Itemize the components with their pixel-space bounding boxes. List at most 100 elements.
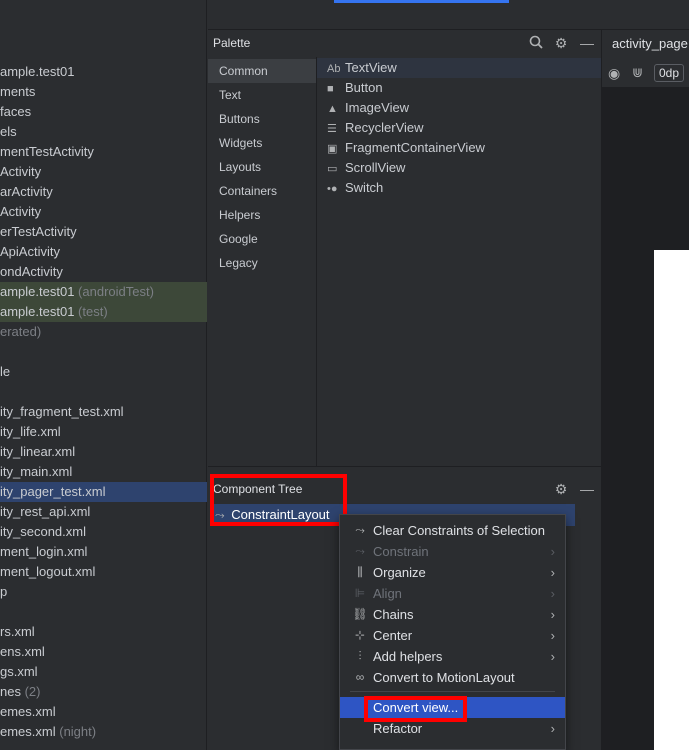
menu-item-label: Refactor <box>373 721 423 736</box>
palette-category[interactable]: Containers <box>208 179 316 203</box>
palette-item-label: FragmentContainerView <box>345 140 485 155</box>
palette-item[interactable]: ▣ FragmentContainerView <box>317 138 601 158</box>
project-tree-row[interactable]: ments <box>0 82 207 102</box>
project-tree-row-suffix: erated) <box>0 324 42 339</box>
project-tree-row-label: gs.xml <box>0 664 38 679</box>
project-tree-row[interactable]: Activity <box>0 162 207 182</box>
project-tree-row[interactable]: ity_life.xml <box>0 422 207 442</box>
project-tree-row[interactable]: ment_login.xml <box>0 542 207 562</box>
project-tree-row-label: ample.test01 <box>0 304 75 319</box>
minimize-icon[interactable]: — <box>579 35 595 51</box>
project-tree-row[interactable]: emes.xml (night) <box>0 722 207 742</box>
project-tree-row-label: p <box>0 584 8 599</box>
palette-category[interactable]: Common <box>208 59 316 83</box>
project-tree-row[interactable]: ity_linear.xml <box>0 442 207 462</box>
chevron-right-icon: › <box>550 649 555 664</box>
project-tree-row[interactable]: ApiActivity <box>0 242 207 262</box>
project-tree-row-suffix: (2) <box>20 684 41 699</box>
project-tree-row[interactable]: ity_rest_api.xml <box>0 502 207 522</box>
project-tree-row[interactable]: le <box>0 362 207 382</box>
menu-item-organize[interactable]: ⫼ Organize › <box>340 562 565 583</box>
project-tree-row[interactable]: ondActivity <box>0 262 207 282</box>
palette-category[interactable]: Google <box>208 227 316 251</box>
palette-item[interactable]: •● Switch <box>317 178 601 198</box>
menu-item-label: Constrain <box>373 544 429 559</box>
palette-item[interactable]: Ab TextView <box>317 58 601 78</box>
project-tree-row[interactable]: ample.test01 <box>0 62 207 82</box>
menu-item-clear-constraints-of-selection[interactable]: ⤳ Clear Constraints of Selection <box>340 520 565 541</box>
project-tree-row[interactable] <box>0 342 207 362</box>
project-tree-row[interactable]: els <box>0 122 207 142</box>
align-icon: ⊫ <box>354 586 366 600</box>
editor-tab-title[interactable]: activity_page <box>612 36 688 51</box>
palette-header: Palette ⚙ — <box>208 30 601 57</box>
palette-category[interactable]: Text <box>208 83 316 107</box>
project-tree-row[interactable]: mentTestActivity <box>0 142 207 162</box>
project-tree-row-label: faces <box>0 104 32 119</box>
view-options-icon[interactable]: ◉ <box>608 65 620 82</box>
project-tree-row[interactable]: erTestActivity <box>0 222 207 242</box>
widget-icon: ▣ <box>327 143 338 155</box>
palette-category[interactable]: Layouts <box>208 155 316 179</box>
gear-icon[interactable]: ⚙ <box>553 35 569 51</box>
menu-item-label: Add helpers <box>373 649 443 664</box>
chevron-right-icon: › <box>550 544 555 559</box>
search-icon[interactable] <box>528 35 544 51</box>
menu-item-label: Chains <box>373 607 414 622</box>
project-tree-row[interactable]: ment_logout.xml <box>0 562 207 582</box>
project-tree-row[interactable]: ens.xml <box>0 642 207 662</box>
palette-item[interactable]: ▲ ImageView <box>317 98 601 118</box>
palette-category[interactable]: Widgets <box>208 131 316 155</box>
widget-icon: ☰ <box>327 123 337 135</box>
project-tree-row[interactable]: Activity <box>0 202 207 222</box>
design-canvas[interactable] <box>654 250 689 750</box>
palette-item-label: TextView <box>345 60 397 75</box>
project-tree-row[interactable]: p <box>0 582 207 602</box>
project-tree-row[interactable]: ample.test01 (test) <box>0 302 207 322</box>
menu-item-align: ⊫ Align › <box>340 583 565 604</box>
project-tree-row-label: arActivity <box>0 184 53 199</box>
autoconnect-icon[interactable]: ⋓ <box>632 65 643 81</box>
project-tree-row[interactable]: emes.xml <box>0 702 207 722</box>
project-tree-row[interactable]: gs.xml <box>0 662 207 682</box>
project-tree-row-label: ondActivity <box>0 264 63 279</box>
widget-icon: ■ <box>327 83 334 95</box>
widget-icon: •● <box>327 183 338 195</box>
active-tab-indicator <box>334 0 509 3</box>
project-tree-row[interactable]: ity_pager_test.xml <box>0 482 207 502</box>
project-tree-row-label: ample.test01 <box>0 64 75 79</box>
widget-icon: ▭ <box>327 163 338 175</box>
default-margin-field[interactable]: 0dp <box>654 64 685 82</box>
widget-icon: ▲ <box>327 103 338 115</box>
menu-item-add-helpers[interactable]: ⫶ Add helpers › <box>340 646 565 667</box>
project-tree-row[interactable]: erated) <box>0 322 207 342</box>
project-tree-row[interactable]: ity_fragment_test.xml <box>0 402 207 422</box>
palette-title: Palette <box>213 36 251 50</box>
menu-item-center[interactable]: ⊹ Center › <box>340 625 565 646</box>
palette-item[interactable]: ☰ RecyclerView <box>317 118 601 138</box>
gear-icon[interactable]: ⚙ <box>553 481 569 497</box>
minimize-icon[interactable]: — <box>579 481 595 497</box>
project-tree-row[interactable]: rs.xml <box>0 622 207 642</box>
clear-constraints-icon: ⤳ <box>355 523 365 537</box>
project-tree-row[interactable]: ample.test01 (androidTest) <box>0 282 207 302</box>
menu-item-label: Convert to MotionLayout <box>373 670 515 685</box>
menu-item-chains[interactable]: ⛓ Chains › <box>340 604 565 625</box>
project-tree-row[interactable]: nes (2) <box>0 682 207 702</box>
palette-category[interactable]: Buttons <box>208 107 316 131</box>
project-tree-row[interactable]: arActivity <box>0 182 207 202</box>
project-tree-panel: ample.test01 ments faces els mentTestActivit… <box>0 0 207 750</box>
palette-item[interactable]: ■ Button <box>317 78 601 98</box>
chevron-right-icon: › <box>550 565 555 580</box>
menu-item-convert-to-motionlayout[interactable]: ∞ Convert to MotionLayout <box>340 667 565 688</box>
organize-icon: ⫼ <box>357 565 363 579</box>
project-tree-row[interactable] <box>0 382 207 402</box>
project-tree-row[interactable]: ity_main.xml <box>0 462 207 482</box>
project-tree-row[interactable]: faces <box>0 102 207 122</box>
palette-category[interactable]: Helpers <box>208 203 316 227</box>
menu-item-label: Organize <box>373 565 426 580</box>
palette-item[interactable]: ▭ ScrollView <box>317 158 601 178</box>
project-tree-row[interactable] <box>0 602 207 622</box>
project-tree-row[interactable]: ity_second.xml <box>0 522 207 542</box>
palette-category[interactable]: Legacy <box>208 251 316 275</box>
